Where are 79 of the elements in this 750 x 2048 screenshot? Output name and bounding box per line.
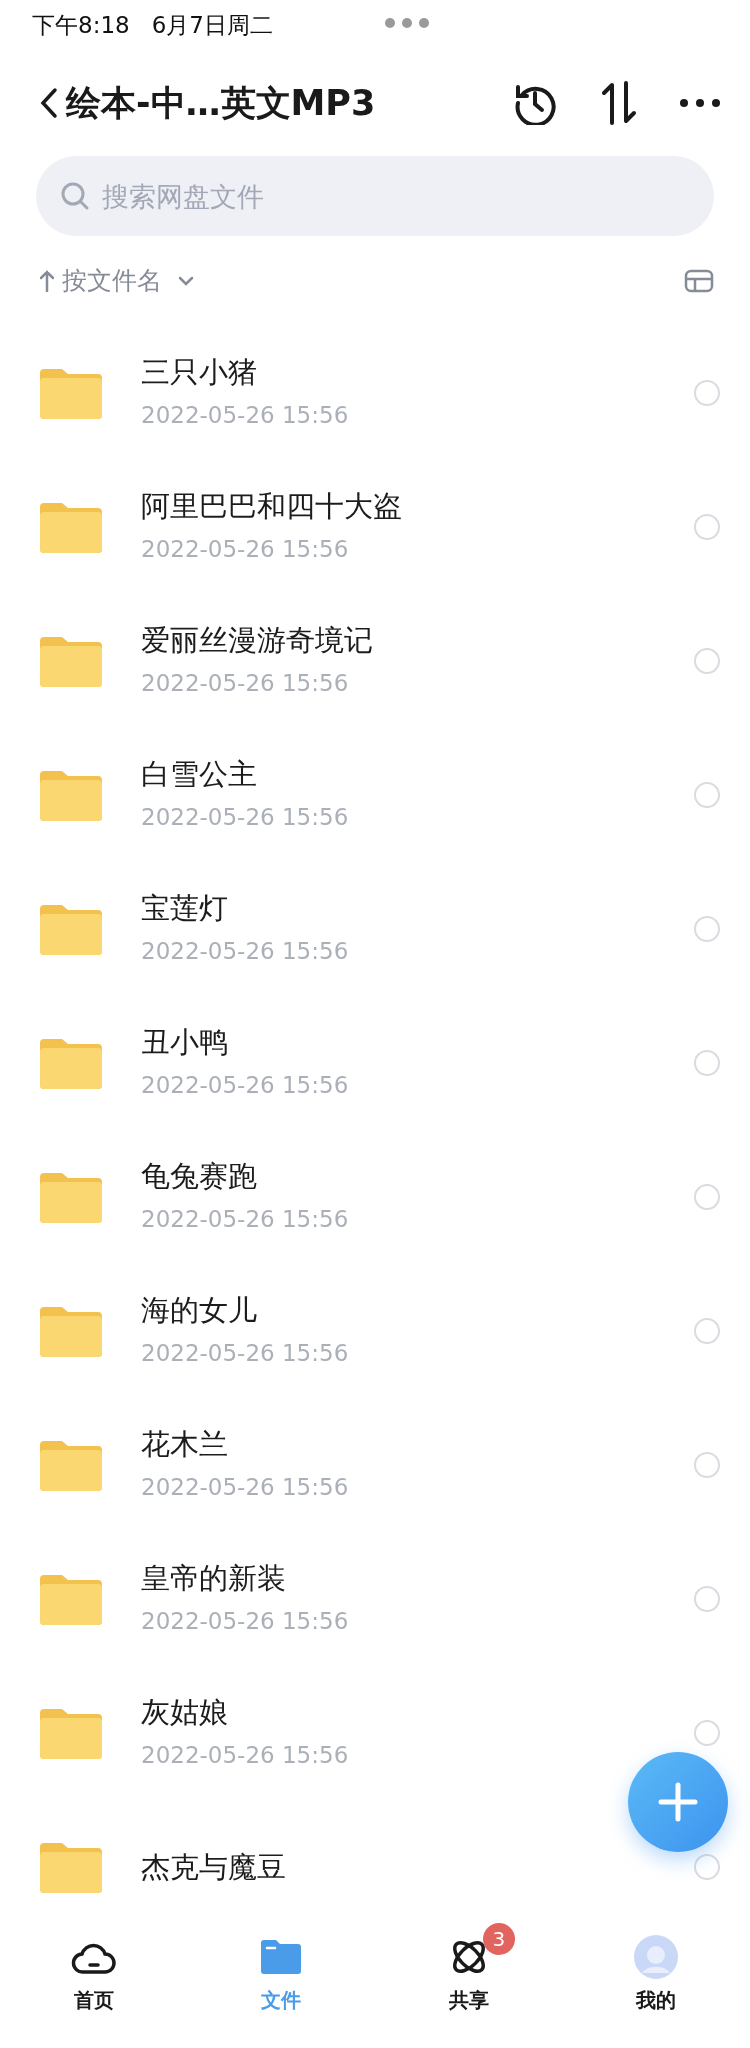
file-name: 三只小猪: [141, 353, 258, 390]
folder-icon: [40, 903, 102, 955]
file-row[interactable]: 海的女儿 2022-05-26 15:56: [0, 1264, 750, 1398]
caret-icon: [178, 276, 194, 286]
file-row[interactable]: 爱丽丝漫游奇境记 2022-05-26 15:56: [0, 594, 750, 728]
folder-icon: [261, 1940, 302, 1974]
add-button[interactable]: [628, 1752, 728, 1852]
plus-icon: [658, 1782, 698, 1822]
back-icon[interactable]: [40, 87, 58, 119]
file-name: 海的女儿: [141, 1291, 258, 1328]
tab[interactable]: 首页: [46, 1923, 141, 2015]
file-date: 2022-05-26 15:56: [141, 1204, 349, 1234]
select-radio[interactable]: [694, 1050, 720, 1076]
folder-title: 绘本-中…英文MP3: [66, 81, 376, 125]
file-row[interactable]: 皇帝的新装 2022-05-26 15:56: [0, 1532, 750, 1666]
file-row[interactable]: 杰克与魔豆: [0, 1800, 750, 1920]
folder-icon: [40, 1573, 102, 1625]
file-date: 2022-05-26 15:56: [141, 802, 349, 832]
sort-icon[interactable]: [600, 81, 638, 125]
file-date: 2022-05-26 15:56: [141, 1606, 349, 1636]
file-date: 2022-05-26 15:56: [141, 668, 350, 698]
file-row[interactable]: 三只小猪 2022-05-26 15:56: [0, 326, 750, 460]
file-name: 花木兰: [141, 1425, 229, 1462]
select-radio[interactable]: [694, 916, 720, 942]
file-date: 2022-05-26 15:56: [141, 1740, 349, 1770]
file-row[interactable]: 宝莲灯 2022-05-26 15:56: [0, 862, 750, 996]
file-name: 灰姑娘: [141, 1693, 229, 1730]
select-radio[interactable]: [694, 1318, 720, 1344]
folder-icon: [40, 1439, 102, 1491]
file-name: 阿里巴巴和四十大盗: [141, 487, 402, 524]
file-date: 2022-05-26 15:56: [141, 936, 349, 966]
file-name: 杰克与魔豆: [141, 1848, 286, 1886]
arrow-up-icon: [40, 270, 54, 292]
avatar-icon: [634, 1935, 679, 1979]
tab[interactable]: 共享 3: [424, 1923, 513, 2015]
file-row[interactable]: 灰姑娘 2022-05-26 15:56: [0, 1666, 750, 1800]
select-radio[interactable]: [694, 1720, 720, 1746]
select-radio[interactable]: [694, 1452, 720, 1478]
file-name: 龟兔赛跑: [141, 1157, 258, 1194]
file-date: 2022-05-26 15:56: [141, 400, 349, 430]
search-icon: [60, 181, 90, 211]
file-name: 爱丽丝漫游奇境记: [141, 621, 373, 658]
file-row[interactable]: 花木兰 2022-05-26 15:56: [0, 1398, 750, 1532]
select-radio[interactable]: [694, 1854, 720, 1880]
view-toggle-icon[interactable]: [684, 269, 714, 293]
file-row[interactable]: 白雪公主 2022-05-26 15:56: [0, 728, 750, 862]
folder-icon: [40, 367, 102, 419]
file-date: 2022-05-26 15:56: [141, 1338, 349, 1368]
tab[interactable]: 我的: [610, 1923, 703, 2015]
file-row[interactable]: 龟兔赛跑 2022-05-26 15:56: [0, 1130, 750, 1264]
select-radio[interactable]: [694, 1586, 720, 1612]
select-radio[interactable]: [694, 1184, 720, 1210]
select-radio[interactable]: [694, 380, 720, 406]
file-date: 2022-05-26 15:56: [141, 534, 350, 564]
folder-icon: [40, 635, 102, 687]
select-radio[interactable]: [694, 782, 720, 808]
folder-icon: [40, 501, 102, 553]
folder-icon: [40, 769, 102, 821]
file-name: 白雪公主: [141, 755, 258, 792]
folder-icon: [40, 1841, 102, 1893]
file-row[interactable]: 阿里巴巴和四十大盗 2022-05-26 15:56: [0, 460, 750, 594]
folder-icon: [40, 1305, 102, 1357]
select-radio[interactable]: [694, 648, 720, 674]
folder-icon: [40, 1171, 102, 1223]
more-icon[interactable]: [680, 99, 720, 107]
file-name: 宝莲灯: [141, 889, 229, 926]
folder-icon: [40, 1707, 102, 1759]
file-date: 2022-05-26 15:56: [141, 1070, 349, 1100]
more-dots-icon: [384, 18, 429, 28]
status-time: 下午8:18: [32, 11, 130, 40]
file-name: 皇帝的新装: [141, 1559, 287, 1596]
select-radio[interactable]: [694, 514, 720, 540]
file-name: 丑小鸭: [141, 1023, 229, 1060]
file-row[interactable]: 丑小鸭 2022-05-26 15:56: [0, 996, 750, 1130]
search-field[interactable]: 搜索网盘文件: [36, 156, 714, 236]
status-date: 6月7日周二: [151, 11, 273, 40]
notification-badge: 3: [482, 1923, 515, 1955]
folder-icon: [40, 1037, 102, 1089]
file-date: 2022-05-26 15:56: [141, 1472, 349, 1502]
